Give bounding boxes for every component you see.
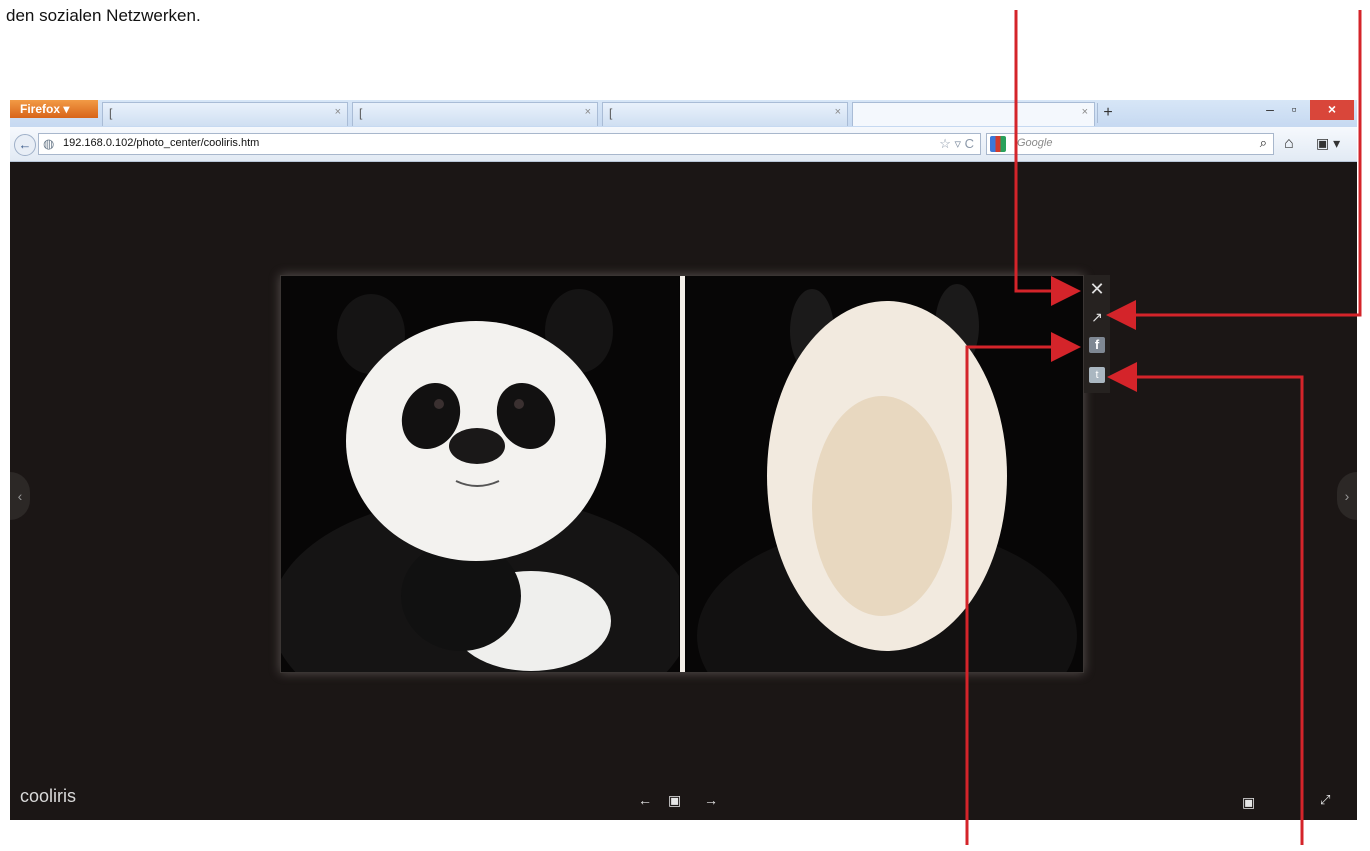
open-external-icon[interactable]: ↗ — [1087, 307, 1107, 327]
photo-viewer — [280, 275, 1084, 673]
new-tab-button[interactable]: + — [1097, 103, 1118, 123]
tab-label: [ — [609, 106, 613, 120]
tab-2[interactable]: [ × — [352, 102, 598, 126]
slideshow-mode-icon[interactable]: ▣ — [1242, 794, 1255, 811]
tab-close-icon[interactable]: × — [835, 106, 841, 118]
tab-close-icon[interactable]: × — [335, 106, 341, 118]
home-icon[interactable]: ⌂ — [1284, 135, 1294, 153]
previous-icon[interactable]: ← — [638, 792, 652, 808]
url-text[interactable]: 192.168.0.102/photo_center/cooliris.htm — [63, 137, 259, 149]
cooliris-logo: cooliris — [20, 786, 77, 806]
facebook-share-icon[interactable]: f — [1089, 337, 1105, 353]
tab-1[interactable]: [ × — [102, 102, 348, 126]
globe-icon: ◍ — [43, 136, 55, 151]
firefox-menu-button[interactable]: Firefox ▾ — [10, 100, 98, 118]
viewer-side-toolbar: ✕ ↗ f t — [1084, 275, 1110, 393]
playback-controls: ← ▣ → — [638, 792, 728, 812]
caption-text: den sozialen Netzwerken. — [6, 6, 201, 25]
next-icon[interactable]: → — [704, 792, 718, 808]
twitter-share-icon[interactable]: t — [1089, 367, 1105, 383]
tab-label: [ — [359, 106, 363, 120]
minimize-button[interactable]: – — [1258, 100, 1282, 120]
window-close-button[interactable]: × — [1310, 100, 1354, 120]
tab-label: [ — [109, 106, 113, 120]
search-icon[interactable]: ⌕ — [1260, 135, 1267, 151]
next-page-arrow[interactable]: › — [1337, 472, 1357, 520]
maximize-button[interactable]: ▫ — [1282, 100, 1306, 120]
panda-back-photo[interactable] — [687, 276, 1083, 672]
close-icon[interactable]: ✕ — [1087, 279, 1107, 299]
google-logo-icon — [990, 136, 1006, 152]
panda-front-photo[interactable] — [281, 276, 679, 672]
tab-3[interactable]: [ × — [602, 102, 848, 126]
photo-divider — [680, 276, 685, 672]
tab-close-icon[interactable]: × — [585, 106, 591, 118]
tab-4-active[interactable]: × — [852, 102, 1095, 126]
search-box[interactable]: Google ⌕ — [986, 133, 1274, 155]
previous-page-arrow[interactable]: ‹ — [10, 472, 30, 520]
navigation-bar: ← ◍ 192.168.0.102/photo_center/cooliris.… — [10, 127, 1357, 162]
cooliris-viewer: ‹ › ✕ ↗ f t cooliris ← ▣ → ▣ ⤢ — [10, 162, 1357, 820]
bookmarks-menu-icon[interactable]: ▣ ▾ — [1316, 135, 1340, 152]
tab-close-icon[interactable]: × — [1082, 106, 1088, 118]
slideshow-icon[interactable]: ▣ — [668, 792, 681, 809]
fullscreen-icon[interactable]: ⤢ — [1320, 792, 1330, 808]
back-button[interactable]: ← — [14, 134, 36, 156]
browser-window: Firefox ▾ [ × [ × [ × × + – ▫ × ← ◍ 192.… — [10, 100, 1357, 820]
address-bar[interactable]: ◍ 192.168.0.102/photo_center/cooliris.ht… — [38, 133, 981, 155]
title-bar: Firefox ▾ [ × [ × [ × × + – ▫ × — [10, 100, 1357, 127]
search-placeholder: Google — [1017, 137, 1053, 149]
bookmark-star-reload-icons[interactable]: ☆ ▿ C — [939, 136, 974, 152]
